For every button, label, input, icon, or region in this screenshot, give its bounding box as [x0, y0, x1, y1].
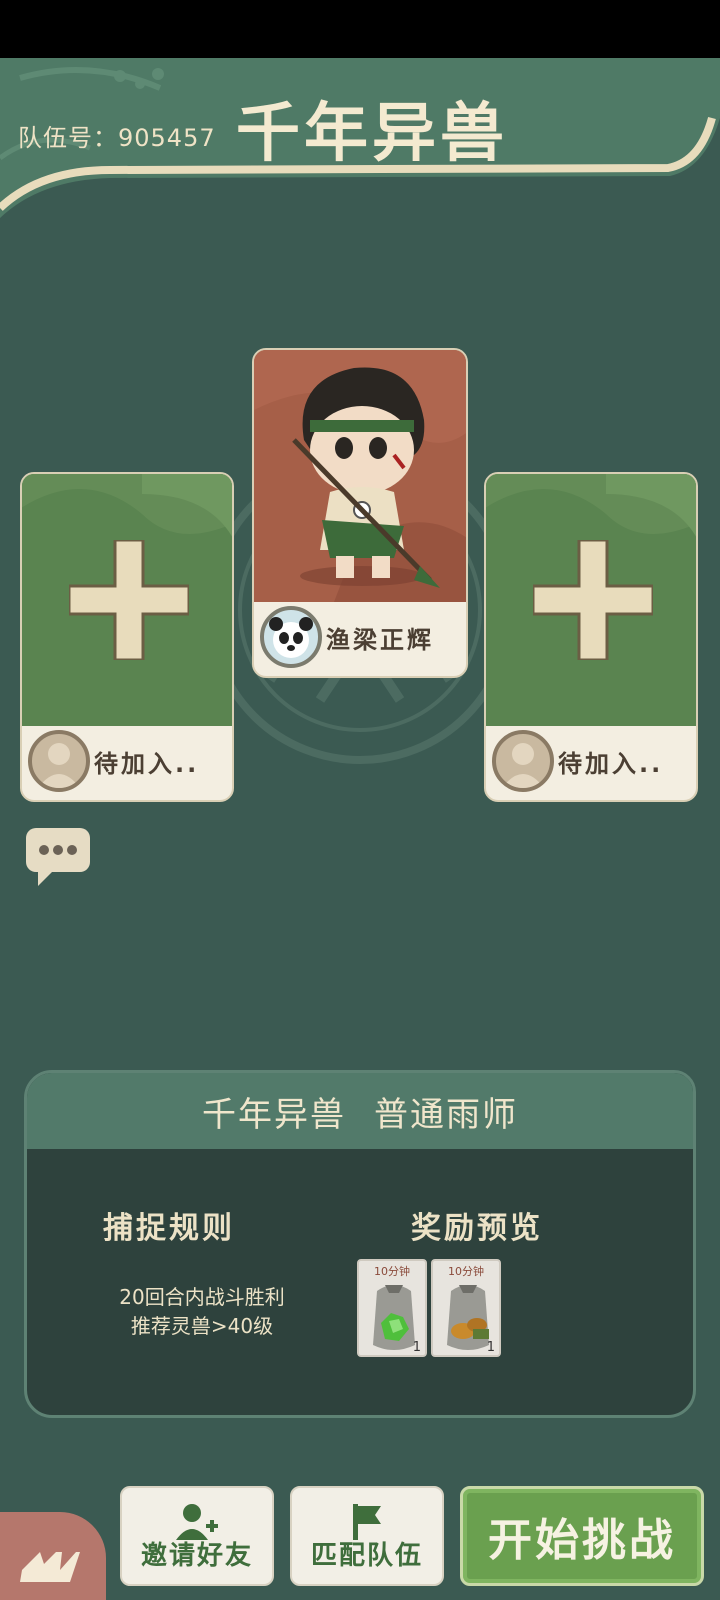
team-slot-right[interactable]: 待加入..: [484, 472, 698, 802]
beast-title: 千年异兽: [202, 1094, 346, 1135]
difficulty-title: 普通雨师: [374, 1094, 518, 1135]
status-bar: [0, 0, 720, 58]
empty-avatar-icon: [492, 730, 554, 792]
card-footer: 渔梁正辉: [254, 598, 466, 676]
card-footer: 待加入..: [486, 722, 696, 800]
match-label: 匹配队伍: [310, 1541, 423, 1571]
slot-label: 待加入..: [94, 749, 200, 778]
slot-label: 待加入..: [558, 749, 664, 778]
reward-time: 10分钟: [374, 1265, 410, 1278]
reward-time: 10分钟: [448, 1265, 484, 1278]
team-slot-left[interactable]: 待加入..: [20, 472, 234, 802]
corner-logo-icon: [20, 1552, 80, 1582]
match-team-button[interactable]: 匹配队伍: [290, 1486, 444, 1586]
start-challenge-button[interactable]: 开始挑战: [460, 1486, 704, 1586]
header: 队伍号：905457 千年异兽: [0, 58, 720, 220]
plus-icon: [533, 540, 653, 660]
rules-line-2: 推荐灵兽>40级: [130, 1314, 274, 1338]
corner-menu-button[interactable]: [0, 1512, 106, 1600]
info-panel-header: 千年异兽 普通雨师: [27, 1073, 693, 1149]
invite-label: 邀请好友: [140, 1541, 253, 1571]
character-portrait: [254, 350, 466, 602]
reward-count: 1: [412, 1340, 421, 1355]
rewards-title: 奖励预览: [411, 1211, 543, 1246]
card-footer: 待加入..: [22, 722, 232, 800]
rules-title: 捕捉规则: [103, 1211, 235, 1246]
team-member-card[interactable]: 渔梁正辉: [252, 348, 468, 678]
member-name: 渔梁正辉: [326, 625, 434, 654]
chat-bubble-icon[interactable]: [24, 826, 92, 888]
reward-count: 1: [486, 1340, 495, 1355]
team-number: 队伍号：905457: [18, 124, 216, 152]
invite-friends-button[interactable]: 邀请好友: [120, 1486, 274, 1586]
rules-line-1: 20回合内战斗胜利: [119, 1285, 285, 1309]
plus-icon: [69, 540, 189, 660]
card-art: [22, 474, 232, 726]
reward-item[interactable]: 10分钟 1: [431, 1259, 501, 1357]
panda-icon: [260, 606, 322, 668]
empty-avatar-icon: [28, 730, 90, 792]
reward-item[interactable]: 10分钟 1: [357, 1259, 427, 1357]
page-title: 千年异兽: [236, 97, 508, 171]
card-art: [486, 474, 696, 726]
challenge-info-panel: 千年异兽 普通雨师 捕捉规则 20回合内战斗胜利 推荐灵兽>40级 奖励预览 1…: [24, 1070, 696, 1418]
rules-text: 20回合内战斗胜利 推荐灵兽>40级: [67, 1283, 337, 1341]
